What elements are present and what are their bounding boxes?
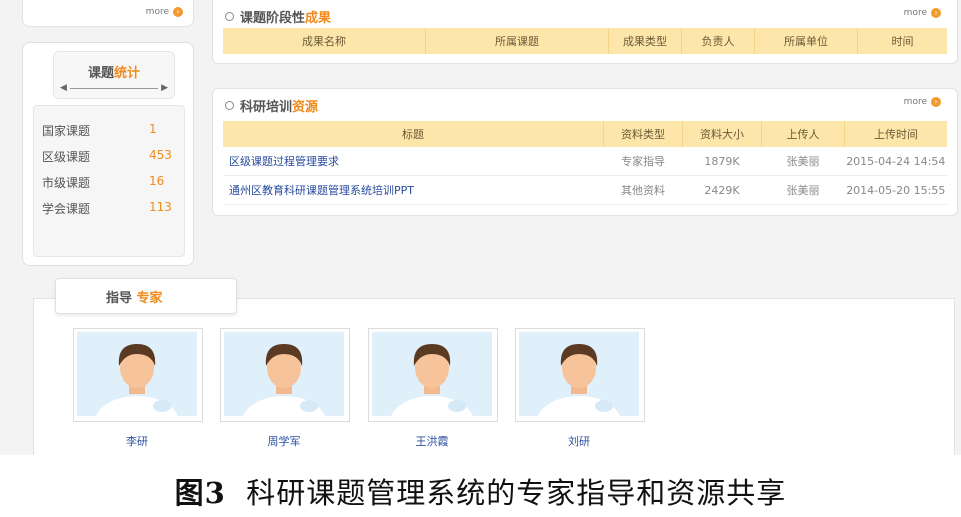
more-arrow-icon: ›	[173, 7, 183, 17]
stats-header: 课题统计 ◀ ▶	[53, 51, 175, 99]
topic-stats-panel: 课题统计 ◀ ▶ 国家课题 1 区级课题 453 市级课题 16 学会课题 11…	[22, 42, 194, 266]
experts-tab: 指导 专家	[55, 278, 237, 314]
stat-row[interactable]: 区级课题 453	[34, 146, 184, 166]
expert-card[interactable]	[220, 328, 350, 422]
more-arrow-icon: ›	[931, 8, 941, 18]
resource-uploader: 张美丽	[761, 147, 845, 176]
resource-size: 1879K	[682, 147, 762, 176]
left-top-box: more ›	[22, 0, 194, 27]
bullet-icon	[225, 100, 234, 110]
figure-caption-text: 科研课题管理系统的专家指导和资源共享	[246, 476, 787, 510]
column-header: 成果名称	[223, 28, 426, 54]
expert-card[interactable]	[368, 328, 498, 422]
resource-size: 2429K	[682, 175, 762, 205]
resource-type: 其他资料	[603, 175, 683, 205]
avatar	[372, 332, 492, 416]
stage-results-panel: 课题阶段性成果 more › 成果名称 所属课题 成果类型 负责人 所属单位 时…	[212, 0, 958, 64]
arrow-right-icon[interactable]: ▶	[161, 83, 168, 93]
arrow-left-icon[interactable]: ◀	[60, 83, 67, 93]
resource-time: 2014-05-20 15:55	[844, 175, 947, 205]
screen-area: more › 课题统计 ◀ ▶ 国家课题 1 区级课题 453 市级课题 16 …	[0, 0, 961, 455]
column-header: 资料大小	[682, 121, 762, 147]
stat-value: 453	[149, 148, 172, 162]
stat-row[interactable]: 学会课题 113	[34, 198, 184, 218]
column-header: 标题	[223, 121, 604, 147]
stat-value: 1	[149, 122, 157, 136]
stage-results-title: 课题阶段性成果	[225, 6, 331, 26]
resources-title: 科研培训资源	[225, 95, 318, 115]
stats-arrows[interactable]: ◀ ▶	[60, 83, 168, 93]
resources-table: 标题 资料类型 资料大小 上传人 上传时间 区级课题过程管理要求 专家指导 18…	[223, 121, 947, 205]
more-link[interactable]: more ›	[146, 7, 183, 17]
stage-results-table: 成果名称 所属课题 成果类型 负责人 所属单位 时间	[223, 28, 947, 54]
stat-value: 16	[149, 174, 165, 188]
more-arrow-icon: ›	[931, 97, 941, 107]
more-label: more	[145, 7, 169, 17]
expert-name-link[interactable]: 李研	[73, 433, 201, 449]
stat-label: 市级课题	[42, 176, 91, 190]
table-row: 区级课题过程管理要求 专家指导 1879K 张美丽 2015-04-24 14:…	[223, 147, 947, 176]
more-link[interactable]: more ›	[904, 97, 941, 107]
column-header: 成果类型	[608, 28, 682, 54]
resources-panel: 科研培训资源 more › 标题 资料类型 资料大小 上传人 上传时间 区级课题…	[212, 88, 958, 216]
column-header: 时间	[857, 28, 947, 54]
avatar	[224, 332, 344, 416]
expert-name-link[interactable]: 刘研	[515, 433, 643, 449]
column-header: 上传人	[761, 121, 845, 147]
resource-title-link[interactable]: 通州区教育科研课题管理系统培训PPT	[223, 175, 604, 205]
column-header: 所属课题	[425, 28, 609, 54]
stats-title: 课题统计	[87, 66, 141, 81]
bullet-icon	[225, 11, 234, 21]
avatar	[77, 332, 197, 416]
resource-type: 专家指导	[603, 147, 683, 176]
resource-uploader: 张美丽	[761, 175, 845, 205]
stat-row[interactable]: 国家课题 1	[34, 120, 184, 140]
column-header: 资料类型	[603, 121, 683, 147]
experts-title: 指导 专家	[106, 291, 163, 306]
expert-name-link[interactable]: 周学军	[220, 433, 348, 449]
resource-time: 2015-04-24 14:54	[844, 147, 947, 176]
expert-card[interactable]	[515, 328, 645, 422]
stat-label: 学会课题	[42, 202, 91, 216]
column-header: 负责人	[681, 28, 755, 54]
column-header: 所属单位	[754, 28, 858, 54]
more-link[interactable]: more ›	[904, 8, 941, 18]
resource-title-link[interactable]: 区级课题过程管理要求	[223, 147, 604, 176]
stats-list: 国家课题 1 区级课题 453 市级课题 16 学会课题 113	[33, 105, 185, 257]
avatar	[519, 332, 639, 416]
stat-value: 113	[149, 200, 172, 214]
column-header: 上传时间	[844, 121, 947, 147]
table-row: 通州区教育科研课题管理系统培训PPT 其他资料 2429K 张美丽 2014-0…	[223, 175, 947, 205]
expert-name-link[interactable]: 王洪霞	[368, 433, 496, 449]
expert-card[interactable]	[73, 328, 203, 422]
figure-caption: 图3 科研课题管理系统的专家指导和资源共享	[0, 470, 961, 512]
stat-label: 国家课题	[42, 124, 91, 138]
figure-number: 图3	[174, 476, 226, 510]
stat-row[interactable]: 市级课题 16	[34, 172, 184, 192]
stat-label: 区级课题	[42, 150, 91, 164]
